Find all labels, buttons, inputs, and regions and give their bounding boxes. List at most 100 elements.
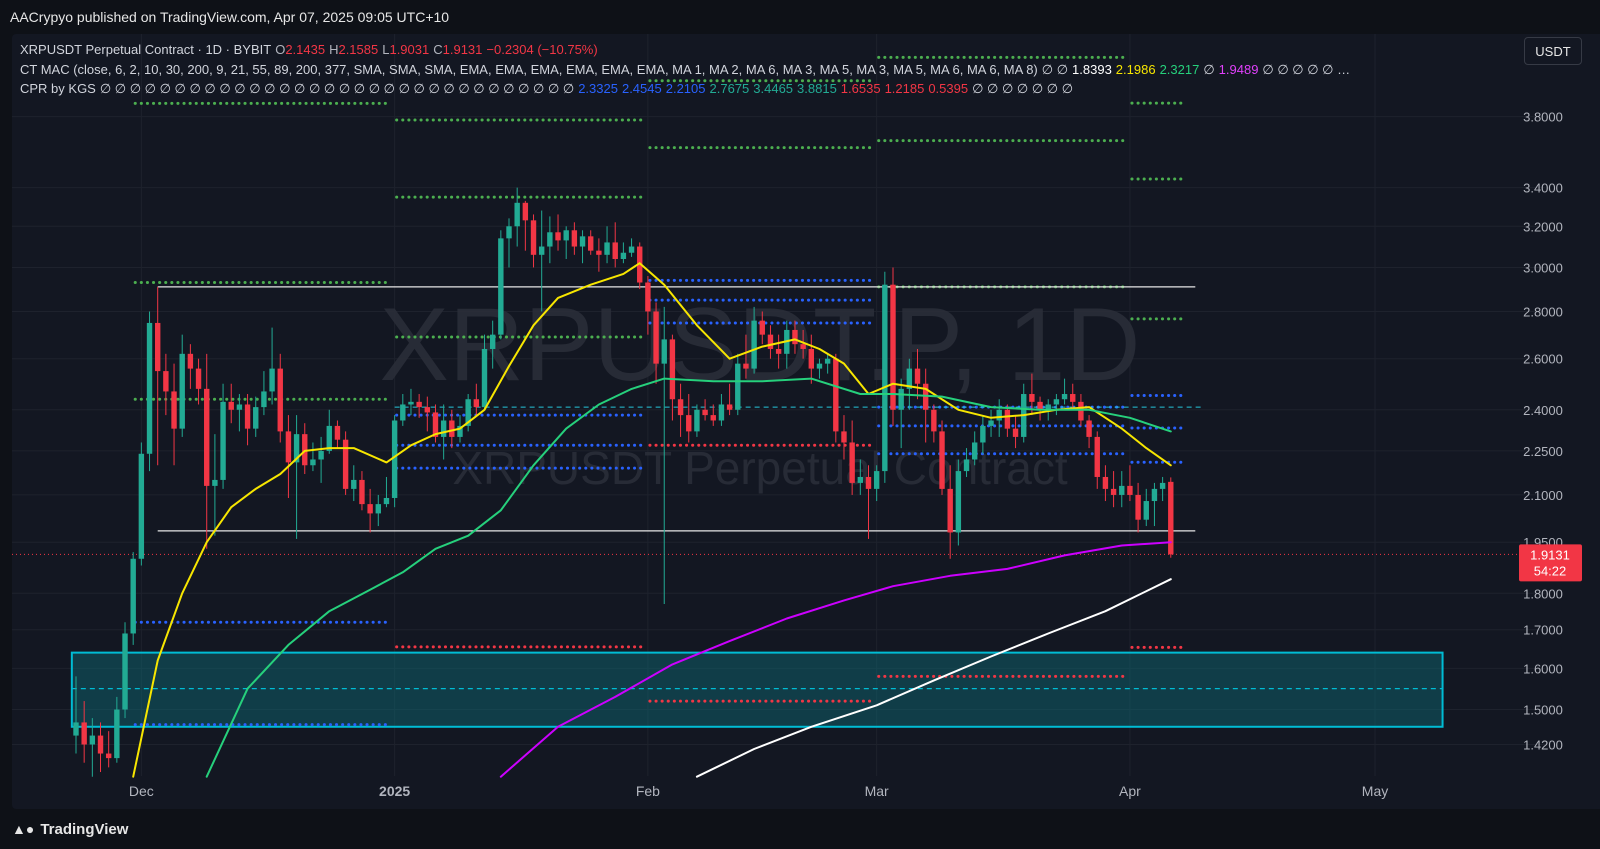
- candle-body: [269, 368, 275, 392]
- candle-body: [285, 431, 292, 463]
- candle-body: [220, 401, 226, 480]
- symbol-title[interactable]: XRPUSDT Perpetual Contract · 1D · BYBIT: [20, 40, 271, 60]
- candle-body: [538, 246, 545, 255]
- candle: [253, 396, 259, 437]
- candle: [1086, 415, 1092, 449]
- cpr-empty-values: ∅ ∅ ∅ ∅ ∅ ∅ ∅ ∅ ∅ ∅ ∅ ∅ ∅ ∅ ∅ ∅ ∅ ∅ ∅ ∅ …: [99, 81, 575, 96]
- candle-body: [228, 401, 234, 410]
- candle-body: [857, 476, 864, 483]
- candle-body: [204, 388, 210, 486]
- candle-body: [408, 401, 414, 405]
- candle: [498, 230, 504, 340]
- candle: [506, 218, 512, 268]
- price-tick-label: 2.1000: [1523, 488, 1563, 503]
- cpr-green-2: 3.4465: [753, 81, 794, 96]
- candle-body: [375, 504, 381, 514]
- candle: [882, 271, 888, 483]
- time-tick-label: Apr: [1119, 783, 1141, 799]
- legend-ctmac-row[interactable]: CT MAC (close, 6, 2, 10, 30, 200, 9, 21,…: [20, 60, 1354, 80]
- candle-body: [146, 322, 153, 454]
- candle-body: [1143, 501, 1149, 520]
- candle: [302, 423, 308, 475]
- price-tick-label: 3.2000: [1523, 219, 1563, 234]
- candle-body: [743, 363, 749, 369]
- candle: [97, 722, 104, 773]
- candle-body: [628, 246, 635, 253]
- price-tick-label: 1.4200: [1523, 737, 1563, 752]
- candle: [1110, 471, 1117, 508]
- candle: [1151, 482, 1158, 527]
- candle-body: [767, 334, 774, 349]
- candle-body: [661, 339, 667, 364]
- candle-body: [130, 558, 136, 634]
- ohlc-l-label: L: [382, 42, 390, 57]
- candle: [1102, 465, 1109, 502]
- candle: [269, 327, 275, 405]
- candle-body: [849, 442, 855, 483]
- tradingview-logo-icon[interactable]: ▲●: [12, 821, 34, 837]
- candle-body: [1037, 401, 1043, 410]
- candle-body: [588, 236, 594, 251]
- ohlc-close: 1.9131: [442, 42, 483, 57]
- price-chart[interactable]: XRPUSDT.P, 1D XRPUSDT Perpetual Contract…: [0, 0, 1600, 849]
- candle-body: [694, 409, 700, 432]
- zone-box: [70, 651, 1444, 728]
- candle: [244, 394, 251, 446]
- candle-body: [1110, 488, 1117, 495]
- candle: [342, 431, 349, 495]
- candle-body: [955, 471, 962, 533]
- candle: [155, 286, 161, 466]
- currency-button[interactable]: USDT: [1524, 37, 1582, 65]
- time-axis: Dec 2025 Feb Mar Apr May: [129, 783, 1388, 799]
- candle: [522, 200, 529, 251]
- candle-body: [318, 450, 324, 460]
- legend-symbol-row[interactable]: XRPUSDT Perpetual Contract · 1D · BYBIT …: [20, 40, 1354, 60]
- candle-body: [114, 709, 120, 759]
- candle: [628, 238, 635, 257]
- candle-body: [73, 722, 79, 736]
- candle-body: [506, 226, 512, 239]
- candle-body: [702, 409, 708, 416]
- cpr-green-1: 2.7675: [709, 81, 750, 96]
- candle-body: [775, 348, 782, 354]
- ctmac-title[interactable]: CT MAC (close, 6, 2, 10, 30, 200, 9, 21,…: [20, 60, 1038, 80]
- candle-body: [808, 348, 814, 369]
- candle-body: [653, 311, 659, 364]
- candle-body: [1094, 436, 1100, 477]
- candle: [179, 334, 185, 437]
- candle-body: [604, 242, 610, 255]
- ohlc-c-label: C: [433, 42, 443, 57]
- candle-body: [253, 407, 259, 429]
- candle: [359, 471, 365, 511]
- candle-body: [195, 368, 202, 389]
- candle-body: [179, 353, 185, 429]
- candle: [1094, 431, 1100, 489]
- candle-body: [996, 409, 1002, 421]
- candle: [1168, 477, 1174, 558]
- cpr-blue-2: 2.4545: [621, 81, 662, 96]
- candle: [596, 238, 602, 272]
- cpr-blue-3: 2.2105: [665, 81, 706, 96]
- candle-body: [865, 476, 872, 489]
- cpr-green-3: 3.8815: [797, 81, 837, 96]
- candle-body: [1029, 394, 1035, 402]
- candle: [1127, 465, 1133, 502]
- legend-cpr-row[interactable]: CPR by KGS ∅ ∅ ∅ ∅ ∅ ∅ ∅ ∅ ∅ ∅ ∅ ∅ ∅ ∅ ∅…: [20, 79, 1354, 99]
- candle: [710, 404, 716, 426]
- candle-body: [359, 479, 365, 505]
- price-tick-label: 2.8000: [1523, 304, 1563, 319]
- candle-body: [816, 363, 823, 369]
- candle-body: [972, 442, 978, 460]
- price-tick-label: 2.6000: [1523, 352, 1563, 367]
- candle-body: [677, 399, 684, 416]
- footer-brand[interactable]: TradingView: [40, 821, 128, 838]
- cpr-title[interactable]: CPR by KGS: [20, 79, 96, 99]
- support-zone: [70, 651, 1444, 728]
- cpr-blue-1: 2.3325: [578, 81, 618, 96]
- candle-body: [400, 404, 406, 421]
- candle-body: [1119, 485, 1125, 495]
- candle-body: [1151, 488, 1158, 502]
- candle-body: [939, 431, 945, 489]
- candle-body: [1159, 482, 1166, 489]
- candle: [588, 230, 594, 255]
